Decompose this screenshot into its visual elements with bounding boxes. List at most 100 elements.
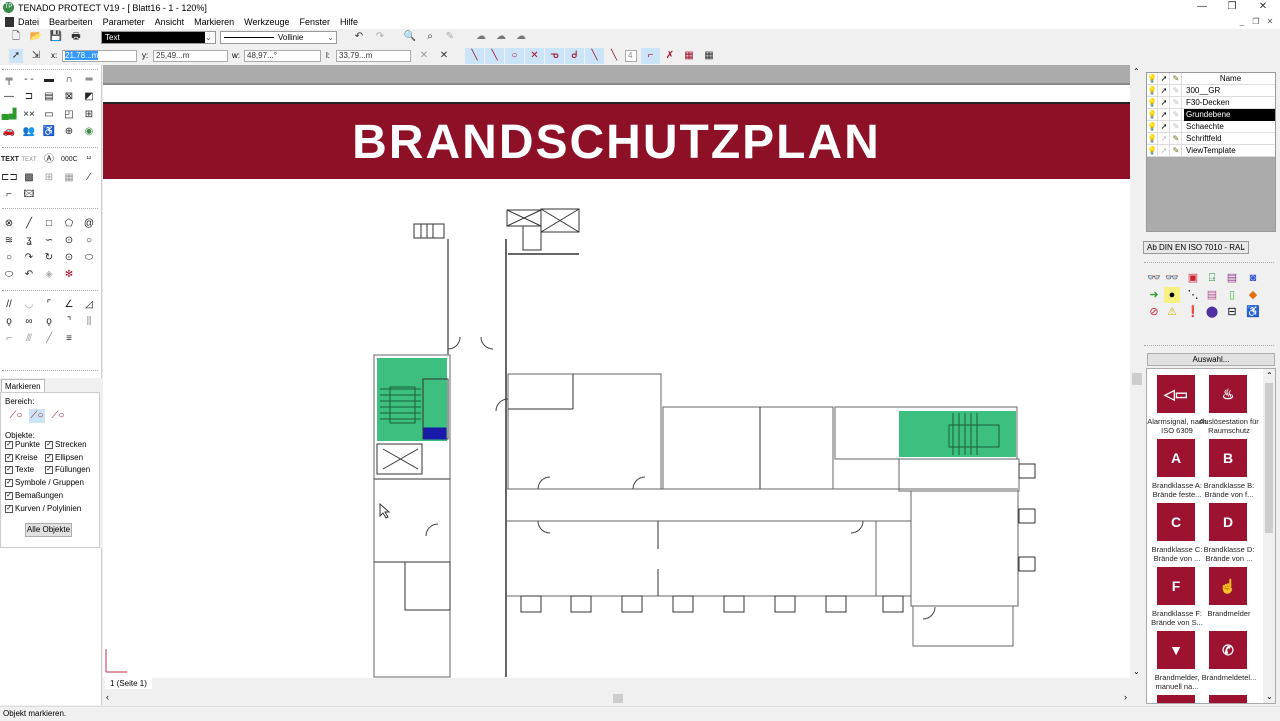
sign-partial[interactable]	[1157, 695, 1195, 703]
snap-off-icon[interactable]: ✗	[663, 49, 677, 63]
cancel-icon[interactable]: ✕	[437, 49, 451, 63]
layer-list[interactable]: 💡 ➚ ✎ Name 💡 ➚ ✎ 300__GR 💡 ➚ ✎ F30-Decken 💡 ➚ ✎ Grun…	[1146, 72, 1276, 232]
north-arrow-icon[interactable]: ⊕	[61, 125, 77, 139]
tangent-line-icon[interactable]: ϙ	[41, 315, 57, 329]
numbering-icon[interactable]: 000C	[61, 153, 78, 167]
division-count-input[interactable]: 4	[625, 50, 637, 62]
text-frame-icon[interactable]: Ⓐ	[41, 153, 57, 167]
sign-brandmeldetelefon[interactable]: ✆	[1209, 631, 1247, 669]
binoculars-light-icon[interactable]: 👓	[1164, 270, 1180, 286]
text-tool-icon[interactable]: TEXT	[1, 153, 19, 167]
point-icon[interactable]: ⊗	[1, 217, 17, 231]
checkbox-punkte[interactable]: ✓ Punkte	[5, 440, 40, 449]
corner-room-icon[interactable]: ◰	[61, 108, 77, 122]
beam-icon[interactable]: ▭	[41, 108, 57, 122]
list-sign-icon[interactable]: ▤	[1224, 270, 1240, 286]
snap-tangent-button[interactable]: ᓀ	[545, 48, 564, 64]
sign-brandmelder[interactable]: ☝	[1209, 567, 1247, 605]
fill-bucket-icon[interactable]: ◈	[41, 268, 57, 282]
cross-icon[interactable]: ××	[21, 108, 37, 122]
snap-intersection-button[interactable]: ✕	[525, 48, 544, 64]
shaft-icon[interactable]: ⊠	[61, 90, 77, 104]
mdi-minimize-button[interactable]: _	[1236, 17, 1248, 28]
sign-alarmsignal[interactable]: ◁▭	[1157, 375, 1195, 413]
mdi-close-button[interactable]: ✕	[1264, 17, 1276, 28]
select-outside-icon[interactable]: ⟋○	[50, 409, 66, 423]
curve-icon[interactable]: ∽	[41, 234, 57, 248]
scroll-down-icon[interactable]: ⌄	[1266, 692, 1273, 701]
select-inside-icon[interactable]: ⟋○	[8, 409, 24, 423]
purple-sign-icon[interactable]: ⬤	[1204, 304, 1220, 320]
scroll-up-icon[interactable]: ⌃	[1266, 371, 1273, 380]
green-arrow-icon[interactable]: ➜	[1146, 287, 1162, 303]
scroll-down-icon[interactable]: ⌄	[1133, 667, 1140, 676]
close-button[interactable]: ✕	[1248, 0, 1278, 15]
mandatory-icon[interactable]: ❗	[1185, 304, 1201, 320]
sign-brandklasse-d[interactable]: D	[1209, 503, 1247, 541]
people-icon[interactable]: 👥	[21, 125, 37, 139]
horizontal-scrollbar[interactable]: ‹ ›	[103, 692, 1143, 705]
menu-ansicht[interactable]: Ansicht	[155, 17, 185, 27]
sign-partial[interactable]	[1209, 695, 1247, 703]
corner-icon[interactable]: ⌜	[41, 298, 57, 312]
label-icon[interactable]: ⌐	[1, 188, 17, 202]
vertical-scrollbar[interactable]: ⌃ ⌄	[1130, 65, 1144, 678]
ellipse-arc-icon[interactable]: ↶	[21, 268, 37, 282]
sequence-icon[interactable]: ¹²	[81, 153, 97, 167]
scroll-right-icon[interactable]: ›	[1124, 692, 1127, 702]
angle-dim-icon[interactable]: ◿	[81, 298, 97, 312]
snap-endpoint-button[interactable]: ╲	[465, 48, 484, 64]
linetype-combo[interactable]: Vollinie ⌄	[220, 31, 337, 44]
minimize-button[interactable]: —	[1187, 0, 1217, 15]
arc-icon[interactable]: ↷	[21, 251, 37, 265]
extend-icon[interactable]: ╱	[41, 332, 57, 346]
ellipse-center-icon[interactable]: ⊙	[61, 251, 77, 265]
zoom-window-icon[interactable]: 🔍	[403, 30, 417, 44]
green-route-icon[interactable]: ▄▟	[1, 108, 17, 122]
all-objects-button[interactable]: Alle Objekte	[25, 523, 72, 537]
image-icon[interactable]: 🖾	[21, 188, 37, 202]
hazard-diamond-icon[interactable]: ◆	[1245, 287, 1261, 303]
snap-midpoint-button[interactable]: ╲	[485, 48, 504, 64]
key-sign-icon[interactable]: ⊟	[1224, 304, 1240, 320]
fillet-icon[interactable]: ⌝	[61, 315, 77, 329]
gallery-scroll-thumb[interactable]	[1265, 383, 1273, 533]
checkbox-symbole[interactable]: ✓ Symbole / Gruppen	[5, 478, 84, 487]
chamfer-icon[interactable]: ⌐	[1, 332, 17, 346]
select-crossing-icon[interactable]: ⟋○	[29, 409, 45, 423]
ellipse-box-icon[interactable]: ⬭	[81, 251, 97, 265]
pink-sign-icon[interactable]: ▤	[1204, 287, 1220, 303]
layer-row[interactable]: 💡 ➚ ✎ Schriftfeld	[1147, 133, 1275, 145]
hatch-lines-icon[interactable]: ⫼	[81, 315, 97, 329]
cut-lines-icon[interactable]: ⫻	[21, 332, 37, 346]
snap-reference-button[interactable]: ⌐	[641, 48, 660, 64]
menu-hilfe[interactable]: Hilfe	[340, 17, 358, 27]
snap-perpendicular-button[interactable]: ᑯ	[565, 48, 584, 64]
symbol-grid-icon[interactable]: ⊞	[41, 171, 57, 185]
sign-standard-combo[interactable]: Ab DIN EN ISO 7010 - RAL ⌄	[1143, 241, 1249, 254]
scroll-up-icon[interactable]: ⌃	[1133, 67, 1140, 76]
scroll-left-icon[interactable]: ‹	[106, 692, 109, 702]
trim-icon[interactable]: ✻	[61, 268, 77, 282]
layer-row-selected[interactable]: 💡 ➚ ✎ Grundebene	[1147, 109, 1275, 121]
menu-fenster[interactable]: Fenster	[299, 17, 330, 27]
blue-sign-icon[interactable]: ◙	[1245, 270, 1261, 286]
circle-icon[interactable]: ○	[81, 234, 97, 248]
checkbox-kreise[interactable]: ✓ Kreise	[5, 453, 38, 462]
zoom-pan-icon[interactable]: ✎	[443, 30, 457, 44]
save-icon[interactable]: 💾	[49, 30, 63, 44]
polyline-icon[interactable]: ≋	[1, 234, 17, 248]
new-file-icon[interactable]: 🗋	[9, 30, 23, 44]
grid-red-icon[interactable]: ▦	[682, 49, 696, 63]
polygon-icon[interactable]: ⬠	[61, 217, 77, 231]
freehand-icon[interactable]: ʓ	[21, 234, 37, 248]
sign-brandklasse-f[interactable]: F	[1157, 567, 1195, 605]
circle-center-icon[interactable]: ⊙	[61, 234, 77, 248]
undo-icon[interactable]: ↶	[352, 30, 366, 44]
binoculars-icon[interactable]: 👓	[1146, 270, 1162, 286]
circle-3pt-icon[interactable]: ○	[1, 251, 17, 265]
grid-icon[interactable]: ▦	[702, 49, 716, 63]
snap-center-button[interactable]: ○	[505, 48, 524, 64]
snap-nearest-button[interactable]: ╲	[585, 48, 604, 64]
yellow-sign-icon[interactable]: ●	[1164, 287, 1180, 303]
